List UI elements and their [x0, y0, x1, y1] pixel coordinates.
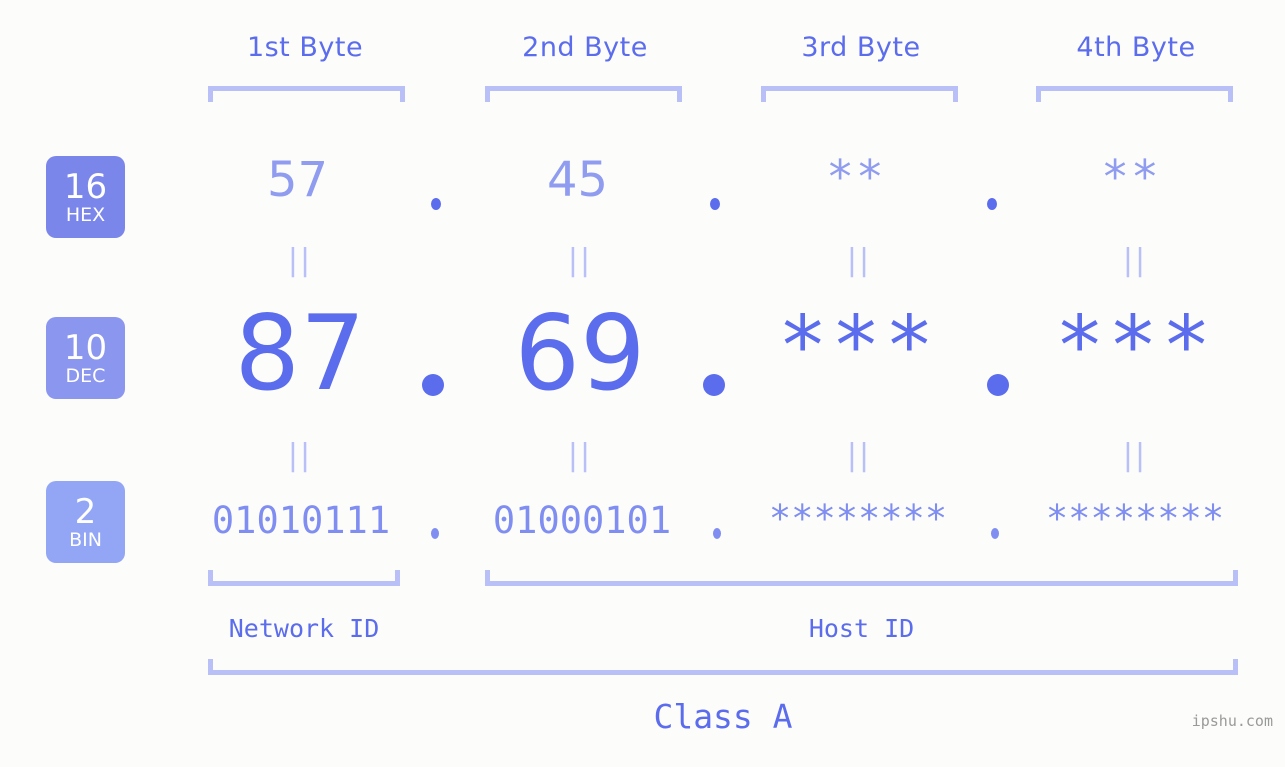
dec-separator-3	[987, 374, 1009, 396]
site-watermark: ipshu.com	[1191, 712, 1273, 730]
bin-byte-2: 01000101	[492, 499, 672, 542]
base-badge-bin-name: BIN	[69, 528, 102, 551]
dec-separator-2	[703, 374, 725, 396]
base-badge-hex-number: 16	[63, 166, 108, 207]
bin-byte-3: ********	[768, 497, 948, 540]
base-badge-hex[interactable]: 16 HEX	[46, 156, 125, 238]
equality-mark-dec-bin-1: ||	[287, 438, 313, 473]
hex-separator-2	[710, 198, 720, 210]
network-id-bracket	[208, 570, 400, 586]
equality-mark-hex-dec-4: ||	[1122, 243, 1148, 278]
hex-separator-3	[987, 198, 997, 210]
ip-address-byte-diagram: 1st Byte 2nd Byte 3rd Byte 4th Byte 16 H…	[0, 0, 1285, 767]
byte-bracket-4	[1036, 86, 1233, 102]
base-badge-bin-number: 2	[74, 491, 97, 532]
equality-mark-dec-bin-4: ||	[1122, 438, 1148, 473]
hex-byte-2: 45	[546, 152, 609, 208]
dec-byte-4: ***	[1054, 299, 1216, 394]
byte-bracket-1	[208, 86, 405, 102]
hex-byte-3: **	[826, 150, 886, 204]
equality-mark-hex-dec-1: ||	[287, 243, 313, 278]
dec-byte-3: ***	[777, 299, 939, 394]
equality-mark-dec-bin-3: ||	[846, 438, 872, 473]
hex-byte-4: **	[1101, 150, 1161, 204]
equality-mark-dec-bin-2: ||	[567, 438, 593, 473]
equality-mark-hex-dec-3: ||	[846, 243, 872, 278]
bin-separator-2	[713, 528, 721, 539]
byte-header-label-4: 4th Byte	[1076, 32, 1196, 63]
hex-separator-1	[431, 198, 441, 210]
equality-mark-hex-dec-2: ||	[567, 243, 593, 278]
class-bracket	[208, 659, 1238, 675]
network-id-label: Network ID	[228, 614, 380, 643]
hex-byte-1: 57	[266, 152, 329, 208]
bin-separator-3	[991, 528, 999, 539]
bin-separator-1	[431, 528, 439, 539]
byte-bracket-3	[761, 86, 958, 102]
byte-header-label-3: 3rd Byte	[801, 32, 921, 63]
base-badge-bin[interactable]: 2 BIN	[46, 481, 125, 563]
byte-bracket-2	[485, 86, 682, 102]
base-badge-dec-number: 10	[63, 327, 108, 368]
base-badge-dec[interactable]: 10 DEC	[46, 317, 125, 399]
host-id-bracket	[485, 570, 1238, 586]
bin-byte-1: 01010111	[211, 499, 391, 542]
dec-byte-1: 87	[234, 294, 366, 414]
base-badge-dec-name: DEC	[65, 364, 106, 387]
host-id-label: Host ID	[808, 614, 915, 643]
byte-header-label-2: 2nd Byte	[522, 32, 648, 63]
base-badge-hex-name: HEX	[65, 203, 106, 226]
bin-byte-4: ********	[1045, 497, 1225, 540]
class-label: Class A	[653, 697, 793, 736]
dec-byte-2: 69	[514, 294, 646, 414]
dec-separator-1	[422, 374, 444, 396]
byte-header-label-1: 1st Byte	[246, 32, 364, 63]
